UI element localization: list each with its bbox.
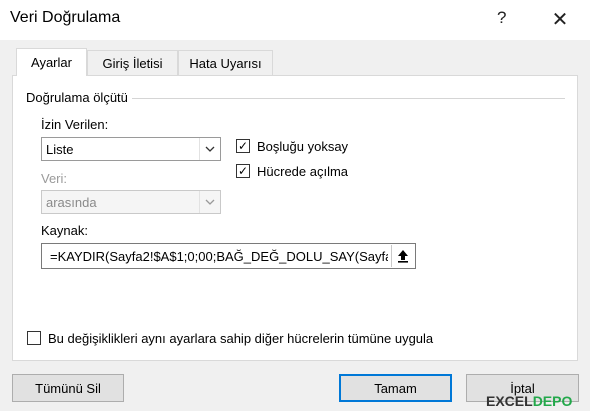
checkmark-icon: ✓ [237, 139, 249, 153]
chevron-down-icon[interactable] [199, 138, 220, 160]
clear-all-button[interactable]: Tümünü Sil [12, 374, 124, 402]
validation-criteria-label: Doğrulama ölçütü [26, 90, 132, 105]
ok-button[interactable]: Tamam [339, 374, 452, 402]
allow-value: Liste [46, 142, 74, 157]
collapse-dialog-button[interactable] [391, 245, 414, 267]
allow-combobox[interactable]: Liste [41, 137, 221, 161]
apply-all-label[interactable]: Bu değişiklikleri aynı ayarlara sahip di… [48, 331, 433, 346]
allow-label: İzin Verilen: [41, 117, 109, 132]
tab-error-alert[interactable]: Hata Uyarısı [178, 50, 273, 75]
tab-input-message[interactable]: Giriş İletisi [87, 50, 178, 75]
chevron-down-icon [199, 191, 220, 213]
close-icon: ✕ [551, 8, 569, 31]
help-button[interactable]: ? [497, 8, 506, 28]
title-bar: Veri Doğrulama ? ✕ [0, 0, 590, 40]
apply-all-checkbox[interactable] [27, 331, 41, 345]
source-label: Kaynak: [41, 223, 88, 238]
in-cell-dropdown-label[interactable]: Hücrede açılma [257, 164, 348, 179]
tab-settings[interactable]: Ayarlar [16, 48, 87, 76]
data-value: arasında [46, 195, 97, 210]
source-value: =KAYDIR(Sayfa2!$A$1;0;00;BAĞ_DEĞ_DOLU_SA… [50, 249, 388, 264]
ignore-blank-checkbox[interactable]: ✓ [236, 139, 250, 153]
data-combobox: arasında [41, 190, 221, 214]
dialog-title: Veri Doğrulama [10, 9, 121, 26]
ignore-blank-label[interactable]: Boşluğu yoksay [257, 139, 348, 154]
data-label: Veri: [41, 171, 68, 186]
arrow-up-icon [398, 250, 408, 263]
close-button[interactable]: ✕ [543, 2, 577, 36]
source-input[interactable]: =KAYDIR(Sayfa2!$A$1;0;00;BAĞ_DEĞ_DOLU_SA… [41, 243, 416, 269]
in-cell-dropdown-checkbox[interactable]: ✓ [236, 164, 250, 178]
checkmark-icon: ✓ [237, 164, 249, 178]
group-divider [105, 98, 565, 99]
watermark-logo: EXCELDEPO [486, 393, 573, 409]
